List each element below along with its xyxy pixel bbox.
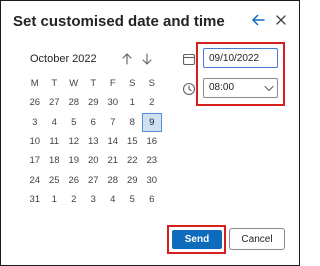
schedule-send-dialog: Set customised date and time October 202… xyxy=(0,0,300,266)
calendar-day[interactable]: 11 xyxy=(45,132,65,151)
back-button[interactable] xyxy=(250,12,266,28)
calendar-day[interactable]: 17 xyxy=(25,151,45,170)
calendar-day[interactable]: 10 xyxy=(25,132,45,151)
calendar-day[interactable]: 5 xyxy=(123,190,143,209)
weekday-label: T xyxy=(51,78,58,90)
arrow-up-icon xyxy=(122,53,132,65)
calendar-day[interactable]: 25 xyxy=(45,170,65,189)
calendar-day[interactable]: 27 xyxy=(45,93,65,112)
calendar-day[interactable]: 15 xyxy=(123,132,143,151)
arrow-down-icon xyxy=(142,53,152,65)
cancel-button[interactable]: Cancel xyxy=(229,228,285,250)
calendar-day[interactable]: 5 xyxy=(64,113,84,132)
calendar-day[interactable]: 19 xyxy=(64,151,84,170)
weekday-label: W xyxy=(69,78,79,90)
weekday-label: M xyxy=(30,78,39,90)
calendar-day[interactable]: 30 xyxy=(142,170,162,189)
calendar-day[interactable]: 7 xyxy=(103,113,123,132)
calendar-day[interactable]: 6 xyxy=(84,113,104,132)
calendar-day[interactable]: 4 xyxy=(45,113,65,132)
send-button[interactable]: Send xyxy=(172,230,222,249)
weekday-label: S xyxy=(148,78,155,90)
previous-month-button[interactable] xyxy=(121,52,133,66)
calendar-day[interactable]: 26 xyxy=(25,93,45,112)
weekday-label: S xyxy=(129,78,136,90)
calendar-day[interactable]: 14 xyxy=(103,132,123,151)
clock-icon xyxy=(182,82,196,96)
calendar-day[interactable]: 29 xyxy=(123,170,143,189)
close-button[interactable] xyxy=(273,12,289,28)
calendar-day[interactable]: 28 xyxy=(64,93,84,112)
calendar-day[interactable]: 12 xyxy=(64,132,84,151)
calendar-day[interactable]: 29 xyxy=(84,93,104,112)
calendar-day[interactable]: 16 xyxy=(142,132,162,151)
time-select[interactable]: 08:00 xyxy=(203,78,278,98)
close-icon xyxy=(276,15,286,25)
calendar-day[interactable]: 6 xyxy=(142,190,162,209)
arrow-left-icon xyxy=(252,14,265,26)
calendar-day-selected[interactable]: 9 xyxy=(142,112,162,132)
calendar-day[interactable]: 31 xyxy=(25,190,45,209)
calendar-icon xyxy=(182,52,196,66)
calendar-day[interactable]: 21 xyxy=(103,151,123,170)
calendar-day[interactable]: 20 xyxy=(84,151,104,170)
weekday-label: T xyxy=(90,78,97,90)
time-value: 08:00 xyxy=(209,82,235,93)
next-month-button[interactable] xyxy=(141,52,153,66)
calendar-day[interactable]: 8 xyxy=(123,113,143,132)
calendar-day[interactable]: 3 xyxy=(84,190,104,209)
calendar-day[interactable]: 2 xyxy=(64,190,84,209)
weekday-label: F xyxy=(109,78,116,90)
calendar-day[interactable]: 24 xyxy=(25,170,45,189)
calendar-day[interactable]: 23 xyxy=(142,151,162,170)
calendar-day[interactable]: 28 xyxy=(103,170,123,189)
calendar-grid: M T W T F S S 26 27 28 29 30 1 2 3 4 5 6 7 8 9 10 11 12 13 14 15 16… xyxy=(25,74,162,209)
calendar-day[interactable]: 27 xyxy=(84,170,104,189)
dialog-title: Set customised date and time xyxy=(13,13,225,30)
calendar-day[interactable]: 1 xyxy=(123,93,143,112)
calendar-day[interactable]: 26 xyxy=(64,170,84,189)
date-input[interactable] xyxy=(203,48,278,68)
calendar-day[interactable]: 2 xyxy=(142,93,162,112)
calendar-day[interactable]: 1 xyxy=(45,190,65,209)
calendar-day[interactable]: 13 xyxy=(84,132,104,151)
calendar-day[interactable]: 22 xyxy=(123,151,143,170)
chevron-down-icon xyxy=(264,85,274,92)
calendar-day[interactable]: 3 xyxy=(25,113,45,132)
calendar-day[interactable]: 4 xyxy=(103,190,123,209)
calendar-day[interactable]: 30 xyxy=(103,93,123,112)
calendar-month-label: October 2022 xyxy=(30,53,97,65)
calendar-day[interactable]: 18 xyxy=(45,151,65,170)
